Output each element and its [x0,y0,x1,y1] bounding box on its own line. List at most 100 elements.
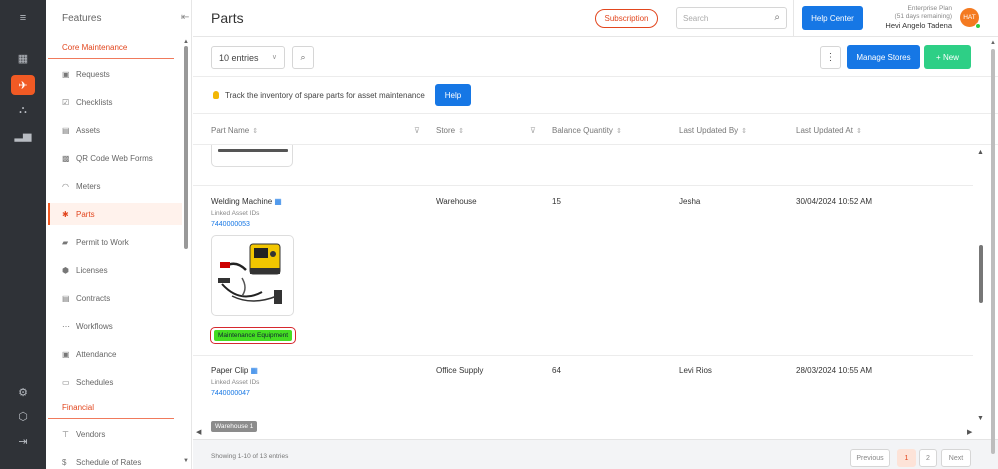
page-scroll-thumb[interactable] [991,49,995,454]
features-sidebar: Features ⇤ Core Maintenance ▣ Requests ☑ C… [46,0,192,469]
sidebar-scrollbar[interactable] [184,46,188,249]
table-toolbar: 10 entries ∨ ⌕ ⋮ Manage Stores + New [193,37,998,77]
filter-icon[interactable]: ⊽ [414,126,420,135]
sidebar-item-qr-forms[interactable]: ▩ QR Code Web Forms [48,147,182,169]
user-name: Hevi Angelo Tadena [885,21,952,30]
meter-icon: ◠ [62,181,69,191]
part-image[interactable] [211,235,294,316]
logout-icon[interactable]: ⇥ [11,431,35,451]
store-cell: Warehouse [436,197,477,206]
table-row[interactable]: Paper Clip ▦ Linked Asset IDs 7440000047 … [193,356,973,432]
sidebar-item-label: Requests [76,69,110,79]
manage-stores-button[interactable]: Manage Stores [847,45,920,69]
info-banner: Track the inventory of spare parts for a… [193,77,998,114]
sidebar-item-label: Checklists [76,97,113,107]
linked-asset-id[interactable]: 7440000053 [211,221,250,228]
cube-icon[interactable]: ⬡ [11,406,35,426]
entries-value: 10 entries [219,52,259,63]
column-header-last-updated-by[interactable]: Last Updated By ⇕ [679,126,747,135]
next-page-button[interactable]: Next [941,449,971,467]
column-header-store[interactable]: Store ⇕ [436,126,464,135]
scroll-left-icon[interactable]: ◀ [196,428,201,436]
sidebar-item-attendance[interactable]: ▣ Attendance [48,343,182,365]
part-name[interactable]: Welding Machine [211,197,272,206]
attendance-icon: ▣ [62,349,70,359]
sidebar-scroll-up-icon[interactable]: ▲ [183,39,189,45]
page-button-1[interactable]: 1 [897,449,916,467]
column-header-part-name[interactable]: Part Name ⇕ [211,126,258,135]
top-header: Parts Subscription ⌕ Help Center Enterpr… [193,0,998,37]
sidebar-item-permit[interactable]: ▰ Permit to Work [48,231,182,253]
filter-icon[interactable]: ⊽ [530,126,536,135]
scroll-down-icon[interactable]: ▼ [977,415,984,422]
sidebar-item-assets[interactable]: ▤ Assets [48,119,182,141]
sidebar-item-vendors[interactable]: ⊤ Vendors [48,423,182,445]
section-core-maintenance: Core Maintenance [62,43,128,52]
scroll-thumb[interactable] [979,245,983,303]
table-search-button[interactable]: ⌕ [292,46,314,69]
org-chart-icon[interactable]: ⛬ [11,100,35,120]
maintenance-icon[interactable]: ✈ [11,75,35,95]
info-help-button[interactable]: Help [435,84,471,106]
search-icon[interactable]: ⌕ [774,12,780,23]
column-label: Part Name [211,126,250,135]
column-label: Last Updated By [679,126,739,135]
dashboard-icon[interactable]: ▦ [11,48,35,68]
sidebar-item-workflows[interactable]: ⋯ Workflows [48,315,182,337]
sidebar-item-licenses[interactable]: ⬢ Licenses [48,259,182,281]
sidebar-item-requests[interactable]: ▣ Requests [48,63,182,85]
part-image [211,145,293,167]
qr-code-icon[interactable]: ▦ [250,366,258,375]
part-name-cell[interactable]: Welding Machine ▦ [211,197,282,206]
sidebar-collapse-icon[interactable]: ⇤ [181,12,189,23]
search-input[interactable] [683,8,763,28]
header-divider [793,0,794,37]
page-button-2[interactable]: 2 [919,449,937,467]
category-tag[interactable]: Maintenance Equipment [214,330,293,341]
sidebar-item-parts[interactable]: ✱ Parts [48,203,182,225]
last-updated-at-cell: 30/04/2024 10:52 AM [796,197,873,206]
qr-code-icon[interactable]: ▦ [274,197,282,206]
subscription-button[interactable]: Subscription [595,9,658,28]
more-options-button[interactable]: ⋮ [820,46,841,69]
workflow-icon: ⋯ [62,321,70,331]
part-image-graphic [218,149,288,152]
table-vertical-scrollbar[interactable]: ▲ ▼ [976,145,986,432]
entries-select[interactable]: 10 entries ∨ [211,46,285,69]
icon-rail: ≡ ▦ ✈ ⛬ ▂▅ ⚙ ⬡ ⇥ [0,0,46,469]
new-part-button[interactable]: + New [924,45,971,69]
column-label: Last Updated At [796,126,853,135]
previous-page-button[interactable]: Previous [850,449,890,467]
sidebar-scroll-down-icon[interactable]: ▼ [183,458,189,464]
scroll-right-icon[interactable]: ▶ [967,428,972,436]
store-cell: Office Supply [436,366,484,375]
part-name[interactable]: Paper Clip [211,366,248,375]
table-row[interactable] [193,145,973,186]
table-row[interactable]: Welding Machine ▦ Linked Asset IDs 744000… [193,186,973,356]
help-center-button[interactable]: Help Center [802,6,863,30]
vendor-icon: ⊤ [62,429,69,439]
sidebar-item-label: Contracts [76,293,111,303]
section-divider [48,58,174,59]
lightbulb-icon [213,91,219,99]
column-header-last-updated-at[interactable]: Last Updated At ⇕ [796,126,862,135]
table-horizontal-scrollbar[interactable]: ◀ ▶ [193,427,978,437]
sidebar-item-label: Attendance [76,349,117,359]
column-label: Balance Quantity [552,126,613,135]
settings-icon[interactable]: ⚙ [11,382,35,402]
part-name-cell[interactable]: Paper Clip ▦ [211,366,258,375]
sidebar-item-checklists[interactable]: ☑ Checklists [48,91,182,113]
collapse-menu-icon[interactable]: ≡ [11,8,35,28]
linked-asset-id[interactable]: 7440000047 [211,390,250,397]
page-scroll-up-icon[interactable]: ▲ [990,40,996,46]
sidebar-item-schedule-of-rates[interactable]: $ Schedule of Rates [48,451,182,469]
scroll-up-icon[interactable]: ▲ [977,149,984,156]
page-scrollbar[interactable]: ▲ [989,37,998,469]
sidebar-item-label: Meters [76,181,101,191]
analytics-icon[interactable]: ▂▅ [11,125,35,145]
sidebar-item-schedules[interactable]: ▭ Schedules [48,371,182,393]
column-header-balance-quantity[interactable]: Balance Quantity ⇕ [552,126,622,135]
sidebar-item-meters[interactable]: ◠ Meters [48,175,182,197]
sidebar-item-contracts[interactable]: ▤ Contracts [48,287,182,309]
plan-name: Enterprise Plan [907,5,952,12]
